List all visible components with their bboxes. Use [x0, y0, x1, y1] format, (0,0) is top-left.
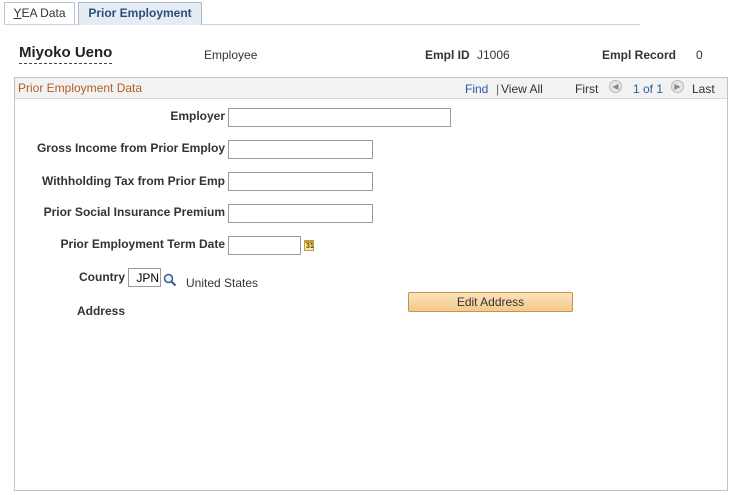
empl-id-value: J1006: [477, 48, 510, 62]
calendar-icon-day: 31: [306, 243, 314, 250]
social-insurance-label: Prior Social Insurance Premium: [43, 205, 225, 219]
empl-id-label: Empl ID: [425, 48, 470, 62]
employee-label: Employee: [204, 48, 258, 62]
grid-title: Prior Employment Data: [18, 81, 143, 95]
view-all-link[interactable]: View All: [501, 82, 543, 96]
nav-separator: |: [496, 82, 500, 96]
social-insurance-input[interactable]: [228, 204, 373, 223]
empl-record-value: 0: [696, 48, 703, 62]
tab-yea-label: EA Data: [21, 6, 66, 20]
row-position: 1 of 1: [633, 82, 664, 96]
country-name: United States: [186, 276, 259, 290]
gross-income-input[interactable]: [228, 140, 373, 159]
tab-yea-data[interactable]: YEA Data: [4, 2, 75, 24]
employer-input[interactable]: [228, 108, 451, 127]
previous-icon[interactable]: ◀: [609, 80, 622, 93]
first-label[interactable]: First: [575, 82, 598, 96]
find-link[interactable]: Find: [465, 82, 488, 96]
search-icon[interactable]: [163, 273, 177, 287]
employer-label: Employer: [170, 109, 225, 123]
withholding-tax-label: Withholding Tax from Prior Emp: [42, 174, 225, 188]
grid-header: Prior Employment Data Find | View All Fi…: [15, 78, 727, 99]
address-label: Address: [76, 304, 125, 318]
country-code-input[interactable]: [128, 268, 161, 287]
last-label[interactable]: Last: [692, 82, 715, 96]
tab-prior-employment[interactable]: Prior Employment: [78, 2, 202, 25]
empl-record-label: Empl Record: [602, 48, 677, 62]
calendar-icon[interactable]: 31: [304, 240, 314, 251]
next-icon[interactable]: ▶: [671, 80, 684, 93]
edit-address-button[interactable]: Edit Address: [408, 292, 573, 312]
country-label: Country: [79, 270, 125, 284]
gross-income-label: Gross Income from Prior Employ: [36, 141, 225, 155]
employee-name: Miyoko Ueno: [19, 44, 113, 64]
term-date-input[interactable]: [228, 236, 301, 255]
withholding-tax-input[interactable]: [228, 172, 373, 191]
term-date-label: Prior Employment Term Date: [60, 237, 225, 251]
